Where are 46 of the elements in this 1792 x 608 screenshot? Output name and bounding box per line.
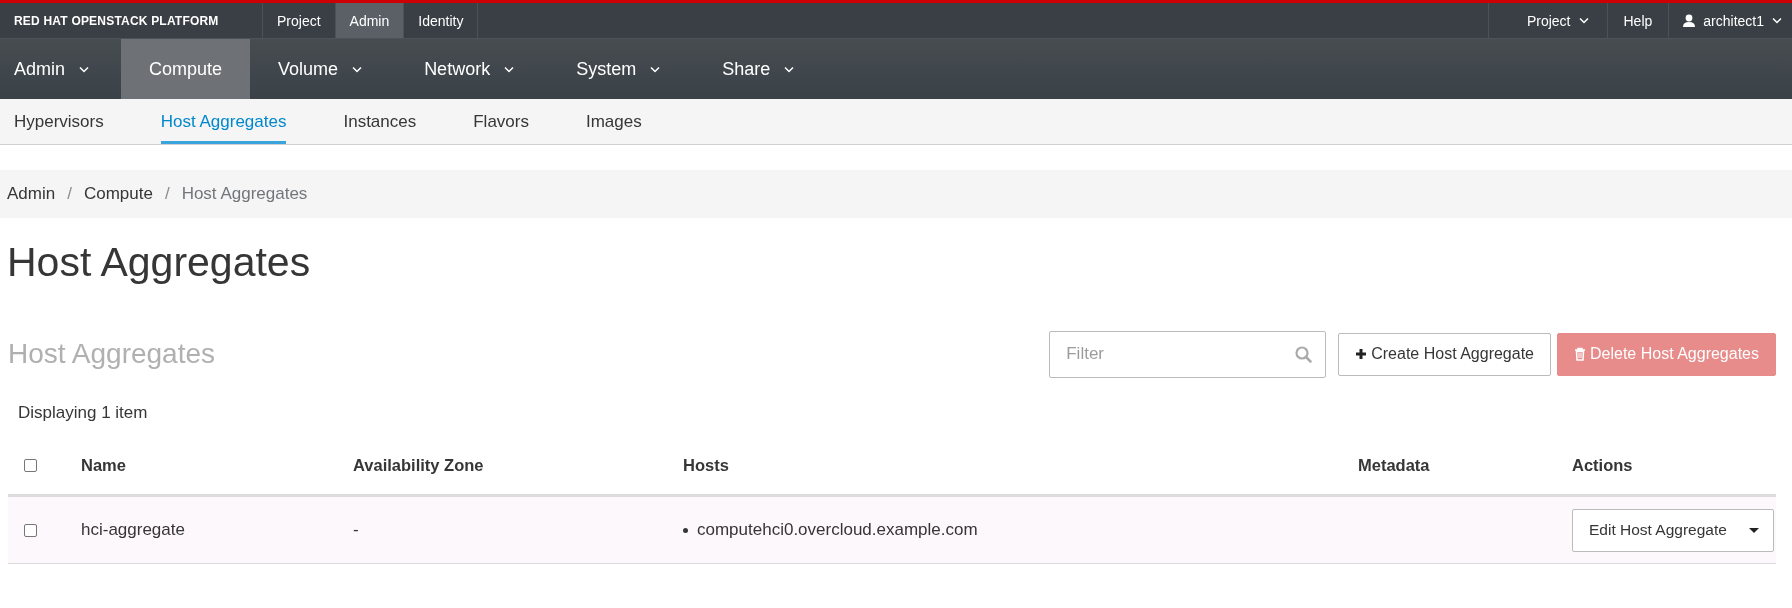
nav-menu-item[interactable]: Compute — [121, 39, 251, 99]
chevron-down-icon — [1772, 17, 1782, 24]
column-header: Name — [81, 456, 127, 475]
breadcrumb-link[interactable]: Admin — [7, 184, 56, 204]
user-icon — [1683, 14, 1696, 27]
filter-field[interactable]: Filter — [1049, 330, 1327, 378]
column-header: Availability Zone — [353, 456, 485, 475]
breadcrumb-separator: / — [164, 184, 170, 204]
context-tab[interactable]: Admin — [335, 3, 405, 38]
create-button[interactable]: Create Host Aggregate — [1338, 332, 1551, 376]
chevron-down-icon — [504, 65, 515, 73]
nav-menu-item[interactable]: Admin — [0, 39, 122, 99]
sub-nav-tab[interactable]: Host Aggregates — [160, 99, 287, 144]
chevron-down-icon — [1578, 17, 1589, 24]
chevron-down-icon — [79, 65, 90, 73]
bullet-icon — [683, 527, 688, 533]
plus-icon — [1355, 348, 1368, 360]
chevron-down-icon — [352, 65, 363, 73]
sub-nav-tab[interactable]: Instances — [343, 99, 417, 144]
table-cell-text: - — [353, 520, 360, 540]
sub-nav-tab[interactable]: Hypervisors — [14, 99, 104, 144]
sub-nav-tab[interactable]: Images — [585, 99, 642, 144]
breadcrumb-separator: / — [67, 184, 72, 204]
trash-icon — [1574, 347, 1586, 361]
section-title: Host Aggregates — [8, 338, 217, 370]
column-header: Actions — [1572, 456, 1634, 475]
nav-menu-item[interactable]: Network — [396, 39, 549, 99]
nav-menu-item[interactable]: Share — [694, 39, 829, 99]
nav-menu-item[interactable]: Volume — [250, 39, 397, 99]
sub-nav-tab[interactable]: Flavors — [473, 99, 529, 144]
breadcrumb-current: Host Aggregates — [181, 184, 308, 204]
edit-action-dropdown[interactable]: Edit Host Aggregate — [1572, 508, 1774, 552]
table-cell-text: hci-aggregate — [81, 520, 186, 540]
nav-menu-item[interactable]: System — [548, 39, 695, 99]
checkbox[interactable] — [24, 523, 37, 537]
table-cell: computehci0.overcloud.example.com — [697, 520, 978, 540]
item-count: Displaying 1 item — [18, 403, 149, 424]
chevron-down-icon — [784, 65, 795, 73]
caret-down-icon — [1749, 527, 1759, 533]
checkbox[interactable] — [24, 459, 37, 472]
column-header: Metadata — [1358, 456, 1431, 475]
column-header: Hosts — [683, 456, 730, 475]
search-icon — [1295, 345, 1313, 363]
chevron-down-icon — [650, 65, 661, 73]
page-title: Host Aggregates — [7, 242, 312, 283]
breadcrumb-link[interactable]: Compute — [83, 184, 153, 204]
